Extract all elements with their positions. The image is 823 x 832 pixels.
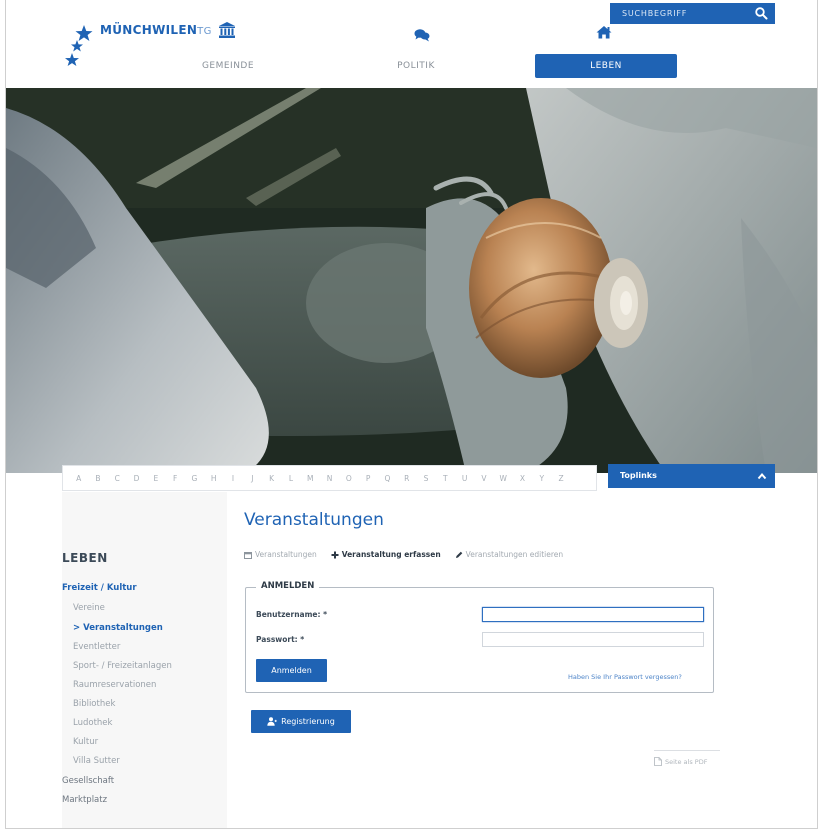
alphabet-letter[interactable]: N	[320, 474, 339, 483]
chat-bubbles-icon	[414, 29, 430, 42]
alphabet-letter[interactable]: L	[281, 474, 300, 483]
alphabet-letter[interactable]: P	[358, 474, 377, 483]
alphabet-letter[interactable]: D	[127, 474, 146, 483]
alphabet-letter[interactable]: E	[146, 474, 165, 483]
sidebar-item-raumreservationen[interactable]: Raumreservationen	[73, 680, 156, 690]
alphabet-letter[interactable]: G	[185, 474, 204, 483]
alphabet-letter[interactable]: M	[301, 474, 320, 483]
sidebar-item-veranstaltungen[interactable]: > Veranstaltungen	[73, 623, 163, 633]
plus-icon	[331, 551, 339, 558]
alphabet-filter-bar: A B C D E F G H I J K L M N O P Q R S T …	[62, 465, 597, 491]
alphabet-letter[interactable]: V	[474, 474, 493, 483]
page-frame: MÜNCHWILENTG GEMEI	[5, 0, 818, 829]
pencil-icon	[455, 551, 462, 558]
site-logo[interactable]: MÜNCHWILENTG	[100, 23, 212, 37]
alphabet-letter[interactable]: J	[243, 474, 262, 483]
tab-label: Veranstaltungen	[255, 550, 317, 559]
alphabet-letter[interactable]: Q	[378, 474, 397, 483]
main-content: Veranstaltungen Veranstaltungen Veransta…	[227, 492, 795, 828]
sidebar-item-vereine[interactable]: Vereine	[73, 603, 105, 613]
tab-label: Veranstaltung erfassen	[341, 550, 441, 559]
register-button[interactable]: Registrierung	[251, 710, 351, 733]
chevron-up-icon	[757, 472, 767, 480]
nav-leben[interactable]: LEBEN	[535, 54, 677, 78]
user-add-icon	[267, 717, 277, 726]
tab-veranstaltungen-editieren[interactable]: Veranstaltungen editieren	[455, 550, 563, 559]
tab-label: Veranstaltungen editieren	[465, 550, 564, 559]
stars-logo-icon	[65, 25, 93, 66]
alphabet-letter[interactable]: B	[88, 474, 107, 483]
alphabet-letter[interactable]: U	[455, 474, 474, 483]
forgot-password-link[interactable]: Haben Sie Ihr Passwort vergessen?	[568, 673, 682, 681]
password-field[interactable]	[482, 632, 704, 647]
login-button[interactable]: Anmelden	[256, 659, 327, 682]
password-label: Passwort: *	[256, 635, 305, 644]
logo-suffix: TG	[197, 26, 212, 37]
sidebar-category[interactable]: Freizeit / Kultur	[62, 583, 137, 593]
home-icon	[596, 26, 612, 39]
sidebar-title: LEBEN	[62, 551, 108, 565]
site-header: MÜNCHWILENTG GEMEI	[6, 0, 817, 88]
building-logo-icon	[219, 22, 235, 38]
sidebar-item-ludothek[interactable]: Ludothek	[73, 718, 112, 728]
alphabet-letter[interactable]: O	[339, 474, 358, 483]
page-title: Veranstaltungen	[244, 510, 384, 530]
alphabet-letter[interactable]: A	[69, 474, 88, 483]
alphabet-letter[interactable]: T	[436, 474, 455, 483]
nav-gemeinde[interactable]: GEMEINDE	[188, 54, 268, 78]
sidebar-item-marktplatz[interactable]: Marktplatz	[62, 795, 107, 805]
sidebar: LEBEN Freizeit / Kultur Vereine > Verans…	[62, 492, 227, 828]
sidebar-item-sport[interactable]: Sport- / Freizeitanlagen	[73, 661, 172, 671]
action-tabs: Veranstaltungen Veranstaltung erfassen V…	[244, 550, 563, 559]
sidebar-item-bibliothek[interactable]: Bibliothek	[73, 699, 115, 709]
toplinks-toggle[interactable]: Toplinks	[608, 464, 775, 488]
sidebar-item-gesellschaft[interactable]: Gesellschaft	[62, 776, 114, 786]
search-icon[interactable]	[754, 6, 769, 21]
alphabet-letter[interactable]: Z	[551, 474, 570, 483]
alphabet-letter[interactable]: I	[223, 474, 242, 483]
nav-politik[interactable]: POLITIK	[376, 54, 456, 78]
login-fieldset: ANMELDEN Benutzername: * Passwort: * Anm…	[245, 581, 714, 693]
sidebar-item-eventletter[interactable]: Eventletter	[73, 642, 120, 652]
pdf-link[interactable]: Seite als PDF	[654, 750, 720, 766]
calendar-icon	[244, 551, 252, 559]
sidebar-item-kultur[interactable]: Kultur	[73, 737, 98, 747]
pdf-file-icon	[654, 757, 662, 766]
username-field[interactable]	[482, 607, 704, 622]
sidebar-item-villa-sutter[interactable]: Villa Sutter	[73, 756, 120, 766]
search-input[interactable]	[610, 3, 750, 24]
hero-image	[6, 88, 817, 473]
alphabet-letter[interactable]: Y	[532, 474, 551, 483]
alphabet-letter[interactable]: X	[513, 474, 532, 483]
alphabet-letter[interactable]: K	[262, 474, 281, 483]
username-label: Benutzername: *	[256, 610, 328, 619]
tab-veranstaltungen[interactable]: Veranstaltungen	[244, 550, 317, 559]
logo-text: MÜNCHWILEN	[100, 23, 198, 37]
toplinks-label: Toplinks	[620, 471, 657, 480]
search-box	[610, 3, 775, 24]
alphabet-letter[interactable]: F	[165, 474, 184, 483]
tab-veranstaltung-erfassen[interactable]: Veranstaltung erfassen	[331, 550, 441, 559]
alphabet-letter[interactable]: R	[397, 474, 416, 483]
alphabet-letter[interactable]: W	[494, 474, 513, 483]
alphabet-letter[interactable]: C	[108, 474, 127, 483]
alphabet-letter[interactable]: S	[416, 474, 435, 483]
login-legend: ANMELDEN	[256, 581, 320, 591]
pdf-label: Seite als PDF	[665, 757, 708, 766]
alphabet-letter[interactable]: H	[204, 474, 223, 483]
register-label: Registrierung	[281, 717, 335, 726]
